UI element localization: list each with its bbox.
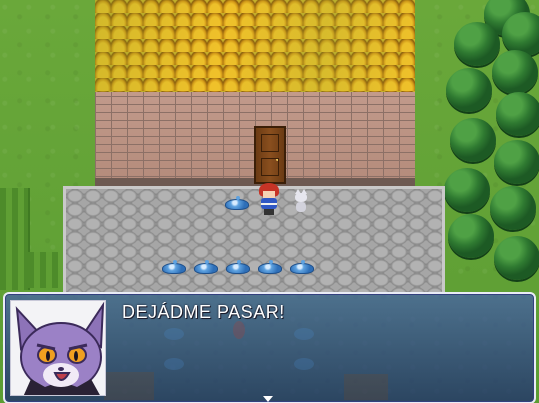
tree — [494, 236, 539, 280]
slime-body — [225, 196, 249, 210]
tree — [502, 12, 539, 56]
door-knob — [276, 158, 279, 161]
slime-body — [194, 260, 218, 274]
slime-enemy[interactable] — [258, 260, 282, 274]
cat-head — [295, 189, 307, 202]
slime-body — [258, 260, 282, 274]
tree — [494, 140, 539, 184]
speaker-portrait — [10, 300, 106, 396]
cat-left-pupil — [46, 351, 50, 361]
player-hero[interactable] — [257, 183, 281, 215]
hero-legs — [264, 209, 274, 215]
tree — [446, 68, 492, 112]
tree — [490, 186, 536, 230]
hero-belt — [261, 203, 277, 205]
cat-right-pupil — [74, 351, 78, 361]
tree — [448, 214, 494, 258]
tall-grass-patch — [0, 188, 30, 290]
slime-enemy[interactable] — [290, 260, 314, 274]
dialogue-text: DEJÁDME PASAR! — [122, 302, 285, 322]
tree — [492, 50, 538, 94]
tree — [454, 22, 500, 66]
game-map[interactable]: DEJÁDME PASAR! — [0, 0, 539, 403]
down-arrow-icon[interactable] — [263, 396, 273, 402]
slime-enemy[interactable] — [162, 260, 186, 274]
roof-shading — [95, 0, 415, 92]
tall-grass-patch — [28, 252, 58, 288]
slime-body — [226, 260, 250, 274]
slime-body — [162, 260, 186, 274]
cobblestone-plaza[interactable] — [63, 186, 445, 292]
tree — [444, 168, 490, 212]
cat-npc[interactable] — [294, 189, 308, 214]
purple-cat-face-icon — [15, 301, 105, 395]
forest-edge — [444, 0, 539, 290]
tree — [496, 92, 539, 136]
slime-body — [290, 260, 314, 274]
slime-enemy[interactable] — [225, 196, 249, 210]
slime-enemy[interactable] — [194, 260, 218, 274]
slime-enemy[interactable] — [226, 260, 250, 274]
cat-nose — [58, 367, 64, 371]
house-door[interactable] — [254, 126, 286, 184]
cat-body — [296, 202, 306, 212]
tree — [450, 118, 496, 162]
